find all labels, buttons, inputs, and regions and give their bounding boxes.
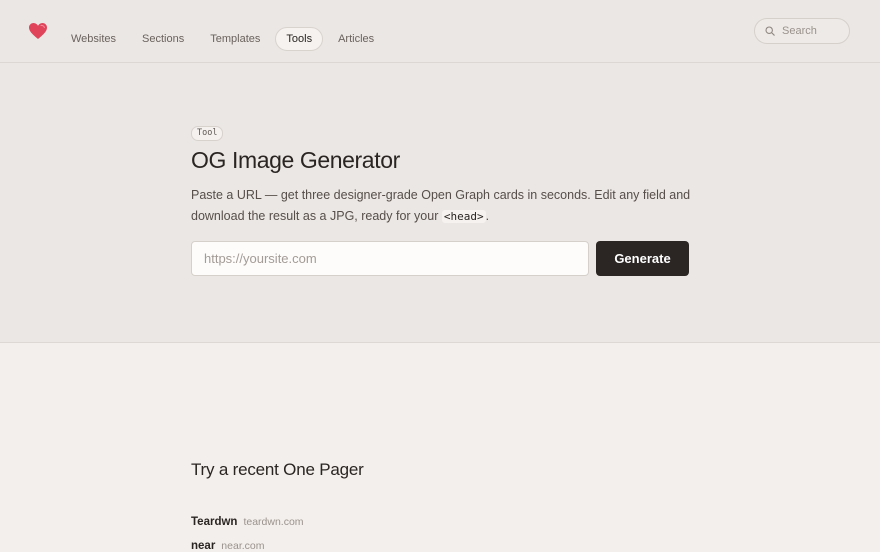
recent-item-domain: near.com [221,540,265,552]
nav-articles[interactable]: Articles [327,27,385,51]
top-nav: Websites Sections Templates Tools Articl… [0,0,880,63]
nav-websites[interactable]: Websites [60,27,127,51]
nav-sections[interactable]: Sections [131,27,195,51]
desc-text: Paste a URL — get three designer-grade O… [191,188,691,223]
nav-tools[interactable]: Tools [275,27,324,51]
search-input[interactable] [780,24,848,38]
recent-item-name: near [191,540,216,552]
recent-item[interactable]: near near.com [191,540,265,552]
desc-code: <head> [441,210,486,223]
page-description: Paste a URL — get three designer-grade O… [191,185,691,227]
heart-logo-icon[interactable] [28,22,48,40]
search-icon [765,26,775,36]
page-title: OG Image Generator [191,147,400,173]
hero-section: Websites Sections Templates Tools Articl… [0,0,880,343]
recent-section: Try a recent One Pager Teardwn teardwn.co… [191,460,364,552]
recent-item-name: Teardwn [191,516,238,528]
desc-end: . [485,209,490,223]
search-box[interactable] [754,18,850,44]
recent-item-domain: teardwn.com [243,516,304,528]
generate-button[interactable]: Generate [596,241,689,276]
generate-form: Generate [191,241,691,276]
hero-content: Tool OG Image Generator Paste a URL — ge… [191,122,691,276]
url-input[interactable] [191,241,589,276]
recent-item[interactable]: Teardwn teardwn.com [191,516,304,528]
tool-tag: Tool [191,126,224,141]
recent-heading: Try a recent One Pager [191,460,364,479]
nav-templates[interactable]: Templates [199,27,271,51]
